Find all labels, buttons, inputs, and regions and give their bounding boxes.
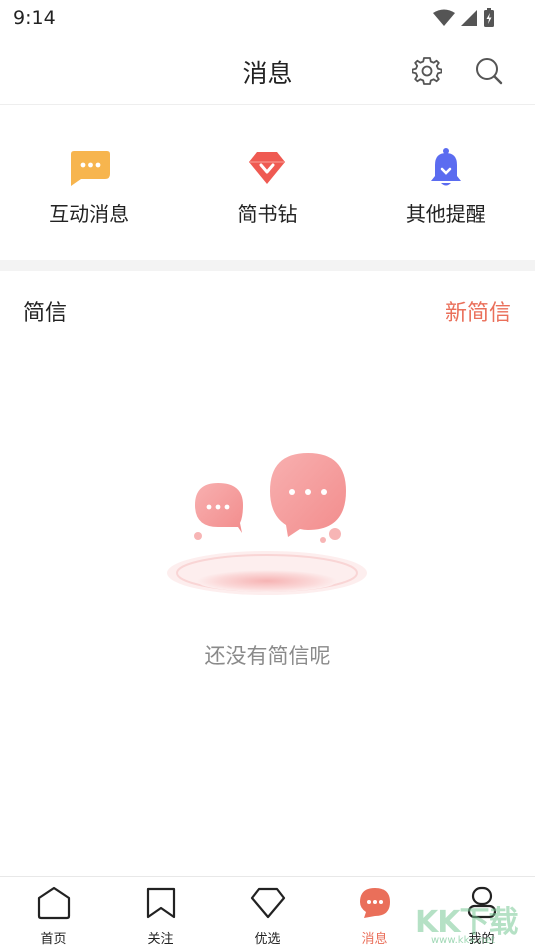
quick-item-interactions[interactable]: 互动消息	[0, 106, 178, 260]
chat-bubble-icon	[67, 146, 111, 190]
settings-button[interactable]	[410, 54, 444, 88]
quick-label-diamond: 简书钻	[237, 202, 298, 226]
quick-actions: 互动消息 简书钻 其他提醒	[0, 106, 535, 260]
quick-label-interactions: 互动消息	[49, 202, 130, 226]
tab-messages[interactable]: 消息	[321, 877, 428, 951]
quick-item-diamond[interactable]: 简书钻	[178, 106, 356, 260]
battery-icon	[484, 8, 494, 27]
home-icon	[36, 885, 72, 921]
diamond-icon	[245, 146, 289, 190]
tab-home[interactable]: 首页	[0, 877, 107, 951]
tab-label-profile: 我的	[468, 932, 495, 947]
diamond-outline-icon	[250, 885, 286, 921]
profile-icon	[464, 885, 500, 921]
empty-state-text: 还没有简信呢	[204, 644, 331, 668]
page-title: 消息	[242, 59, 293, 88]
bookmark-icon	[143, 885, 179, 921]
quick-item-reminders[interactable]: 其他提醒	[357, 106, 535, 260]
tab-label-home: 首页	[40, 932, 67, 947]
section-divider	[0, 260, 535, 271]
status-time: 9:14	[13, 7, 56, 29]
gear-icon	[412, 57, 442, 85]
wifi-icon	[433, 9, 455, 26]
new-message-button[interactable]: 新简信	[445, 295, 511, 327]
search-button[interactable]	[472, 54, 506, 88]
tab-label-following: 关注	[147, 932, 174, 947]
bell-icon	[424, 146, 468, 190]
message-icon	[357, 885, 393, 921]
messages-section-header: 简信 新简信	[0, 271, 535, 347]
cell-signal-icon	[461, 10, 477, 26]
header: 消息	[0, 38, 535, 105]
tab-featured[interactable]: 优选	[214, 877, 321, 951]
status-icons	[433, 8, 495, 28]
search-icon	[476, 58, 503, 85]
tab-profile[interactable]: 我的	[428, 877, 535, 951]
tab-following[interactable]: 关注	[107, 877, 214, 951]
bottom-tab-bar: 首页 关注 优选 消息 我的	[0, 876, 535, 951]
tab-label-featured: 优选	[254, 932, 281, 947]
section-title: 简信	[23, 301, 68, 326]
quick-label-reminders: 其他提醒	[405, 202, 486, 226]
empty-state-illustration	[160, 445, 375, 605]
status-bar: 9:14	[0, 0, 535, 38]
tab-label-messages: 消息	[361, 932, 388, 947]
